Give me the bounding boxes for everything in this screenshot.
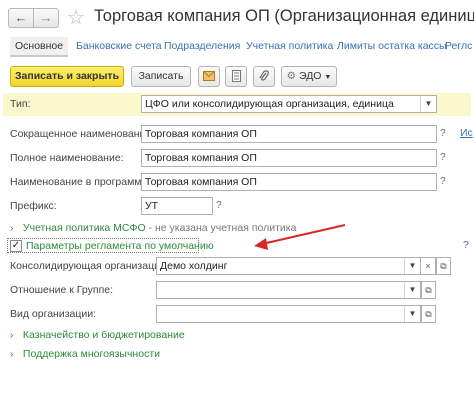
org-kind-label: Вид организации: (10, 308, 97, 320)
prefix-field[interactable]: УТ (141, 197, 213, 215)
command-bar: Записать и закрыть Записать ⚙ ЭДО ▼ (0, 64, 474, 90)
prefix-label: Префикс: (10, 200, 57, 212)
msfo-group-toggle[interactable]: › Учетная политика МСФО - не указана уче… (10, 222, 296, 234)
consolidating-org-label: Консолидирующая организация: (10, 260, 169, 272)
star-icon[interactable]: ☆ (67, 5, 85, 30)
chevron-down-icon[interactable]: ▼ (404, 282, 420, 298)
open-link-icon[interactable]: ⧉ (421, 281, 436, 299)
tab-reglament[interactable]: Реглс (445, 37, 472, 57)
chevron-down-icon: ▼ (324, 74, 332, 81)
consolidating-org-field[interactable]: Демо холдинг ▼ (156, 257, 421, 275)
help-link[interactable]: Ис (460, 127, 473, 139)
arrow-left-icon[interactable]: ← (8, 8, 34, 28)
arrow-right-icon[interactable]: → (33, 8, 59, 28)
form-tabs: Основное Банковские счета Подразделения … (0, 37, 474, 59)
msfo-group-title: Учетная политика МСФО (22, 222, 146, 234)
edo-button[interactable]: ⚙ ЭДО ▼ (281, 66, 337, 87)
chevron-right-icon: › (10, 349, 14, 360)
chevron-down-icon[interactable]: ▼ (404, 258, 420, 274)
program-name-field[interactable]: Торговая компания ОП (141, 173, 437, 191)
treasury-group-title: Казначейство и бюджетирование (22, 329, 185, 341)
save-button[interactable]: Записать (131, 66, 191, 87)
full-name-label: Полное наименование: (10, 152, 124, 164)
tab-departments[interactable]: Подразделения (164, 37, 240, 57)
msfo-group-note: - не указана учетная политика (145, 222, 297, 234)
tab-cash-limits[interactable]: Лимиты остатка кассы (337, 37, 447, 57)
clear-icon[interactable]: × (421, 257, 436, 275)
help-icon[interactable]: ? (440, 175, 446, 187)
paperclip-icon[interactable] (253, 66, 275, 87)
group-relation-label: Отношение к Группе: (10, 284, 114, 296)
type-value: ЦФО или консолидирующая организация, еди… (145, 98, 394, 110)
report-icon[interactable] (225, 66, 247, 87)
help-icon[interactable]: ? (463, 239, 469, 251)
multilang-group-toggle[interactable]: › Поддержка многоязычности (10, 348, 160, 360)
regulation-group-title[interactable]: Параметры регламента по умолчанию (26, 240, 214, 252)
program-name-label: Наименование в программе: (10, 176, 151, 188)
org-kind-field[interactable]: ▼ (156, 305, 421, 323)
save-and-close-button[interactable]: Записать и закрыть (10, 66, 124, 87)
chevron-down-icon[interactable]: ▼ (420, 96, 436, 112)
consolidating-org-value: Демо холдинг (160, 260, 228, 272)
edo-label: ЭДО (299, 70, 322, 82)
type-label: Тип: (10, 98, 31, 110)
envelope-icon[interactable] (198, 66, 220, 87)
edo-icon: ⚙ (286, 70, 297, 82)
group-relation-field[interactable]: ▼ (156, 281, 421, 299)
help-icon[interactable]: ? (440, 151, 446, 163)
short-name-field[interactable]: Торговая компания ОП (141, 125, 437, 143)
title-bar: ← → ☆ Торговая компания ОП (Организацион… (0, 0, 474, 34)
chevron-right-icon: › (10, 223, 14, 234)
multilang-group-title: Поддержка многоязычности (22, 348, 160, 360)
regulation-checkbox[interactable]: ✓ (10, 240, 22, 252)
tab-bank-accounts[interactable]: Банковские счета (76, 37, 162, 57)
treasury-group-toggle[interactable]: › Казначейство и бюджетирование (10, 329, 185, 341)
open-link-icon[interactable]: ⧉ (421, 305, 436, 323)
tab-main[interactable]: Основное (10, 37, 69, 57)
short-name-label: Сокращенное наименование: (10, 128, 155, 140)
full-name-field[interactable]: Торговая компания ОП (141, 149, 437, 167)
window-title: Торговая компания ОП (Организационная ед… (94, 7, 474, 25)
type-select[interactable]: ЦФО или консолидирующая организация, еди… (141, 95, 437, 113)
help-icon[interactable]: ? (216, 199, 222, 211)
chevron-right-icon: › (10, 330, 14, 341)
open-link-icon[interactable]: ⧉ (436, 257, 451, 275)
help-icon[interactable]: ? (440, 127, 446, 139)
chevron-down-icon[interactable]: ▼ (404, 306, 420, 322)
tab-accounting-policy[interactable]: Учетная политика (246, 37, 333, 57)
